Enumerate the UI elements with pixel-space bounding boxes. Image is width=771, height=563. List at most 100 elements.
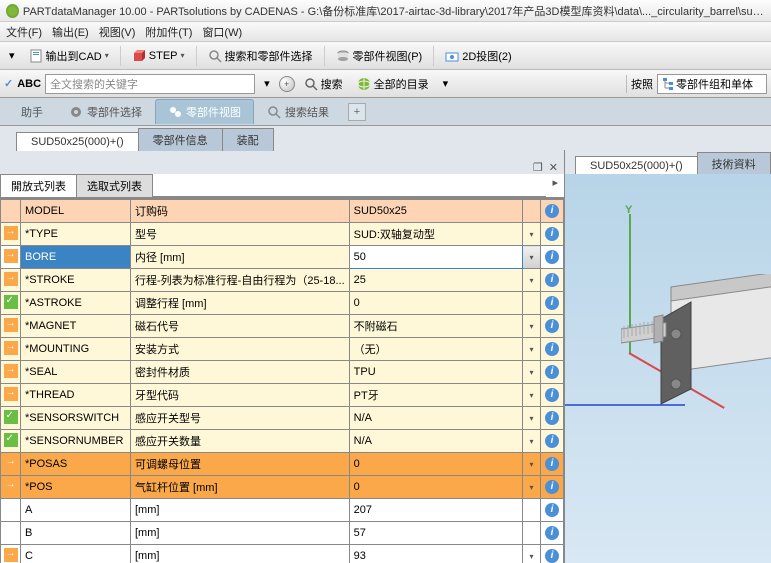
dropdown-icon[interactable]: ▾ (529, 437, 533, 446)
info-icon[interactable]: i (545, 319, 559, 333)
info-icon[interactable]: i (545, 480, 559, 494)
table-row[interactable]: *THREAD牙型代码PT牙▾i (1, 384, 564, 407)
info-icon[interactable]: i (545, 411, 559, 425)
close-icon[interactable]: ✕ (549, 161, 558, 174)
dropdown-icon[interactable]: ▾ (529, 552, 533, 561)
chevron-left-button[interactable]: ▾ (4, 46, 20, 65)
viewer-tab-tech[interactable]: 技術資料 (697, 152, 771, 175)
search-parts-button[interactable]: 搜索和零部件选择 (203, 45, 318, 67)
subtab-part-info[interactable]: 零部件信息 (138, 128, 223, 151)
menu-export[interactable]: 输出(E) (52, 24, 89, 40)
catalog-chevron[interactable]: ▾ (438, 74, 454, 93)
info-icon[interactable]: i (545, 273, 559, 287)
param-value[interactable]: 50 (349, 246, 522, 269)
add-tab-button[interactable]: + (348, 103, 366, 121)
2d-projection-button[interactable]: 2D投图(2) (440, 45, 517, 67)
param-value[interactable]: PT牙 (349, 384, 522, 407)
param-value[interactable]: 0 (349, 292, 522, 315)
info-icon[interactable]: i (545, 204, 559, 218)
table-row[interactable]: *POSAS可调螺母位置0▾i (1, 453, 564, 476)
tab-parts-view[interactable]: 零部件视图 (155, 99, 254, 124)
menu-file[interactable]: 文件(F) (6, 24, 42, 40)
filter-dropdown[interactable]: 零部件组和单体 (657, 74, 767, 94)
info-icon[interactable]: i (545, 503, 559, 517)
dropdown-icon[interactable]: ▾ (529, 368, 533, 377)
param-value[interactable]: 不附磁石 (349, 315, 522, 338)
info-icon[interactable]: i (545, 296, 559, 310)
info-icon[interactable]: i (545, 250, 559, 264)
add-button[interactable]: + (279, 76, 295, 92)
param-value[interactable]: SUD50x25 (349, 200, 522, 223)
step-format-button[interactable]: STEP ▾ (127, 46, 190, 66)
info-icon[interactable]: i (545, 434, 559, 448)
search-button[interactable]: 搜索 (299, 73, 348, 95)
table-row[interactable]: *MAGNET磁石代号不附磁石▾i (1, 315, 564, 338)
table-row[interactable]: MODEL订购码SUD50x25i (1, 200, 564, 223)
tab-helper[interactable]: 助手 (8, 99, 56, 124)
viewer-pane: SUD50x25(000)+() 技術資料 Y (565, 150, 771, 563)
param-value[interactable]: 25 (349, 269, 522, 292)
menu-view[interactable]: 视图(V) (99, 24, 136, 40)
info-icon[interactable]: i (545, 388, 559, 402)
viewer-tab-document[interactable]: SUD50x25(000)+() (575, 156, 698, 175)
param-value[interactable]: 57 (349, 522, 522, 545)
table-row[interactable]: *MOUNTING安装方式（无）▾i (1, 338, 564, 361)
part-view-button[interactable]: 零部件视图(P) (331, 45, 428, 67)
table-row[interactable]: A[mm]207i (1, 499, 564, 522)
export-cad-button[interactable]: 输出到CAD ▾ (24, 45, 114, 67)
dropdown-icon[interactable]: ▾ (529, 253, 533, 262)
list-tabs: 開放式列表 选取式列表 ▸ (0, 174, 564, 198)
3d-viewer[interactable]: Y (565, 174, 771, 563)
dropdown-icon[interactable]: ▾ (529, 460, 533, 469)
table-row[interactable]: B[mm]57i (1, 522, 564, 545)
info-icon[interactable]: i (545, 549, 559, 563)
table-row[interactable]: *ASTROKE调整行程 [mm]0i (1, 292, 564, 315)
param-value[interactable]: （无） (349, 338, 522, 361)
table-row[interactable]: BORE内径 [mm]50▾i (1, 246, 564, 269)
menu-addon[interactable]: 附加件(T) (145, 24, 192, 40)
table-row[interactable]: *POS气缸杆位置 [mm]0▾i (1, 476, 564, 499)
dropdown-icon[interactable]: ▾ (529, 322, 533, 331)
restore-icon[interactable]: ❐ (533, 161, 543, 174)
subtab-assembly[interactable]: 装配 (222, 128, 274, 151)
info-icon[interactable]: i (545, 342, 559, 356)
param-value[interactable]: 0 (349, 476, 522, 499)
dropdown-icon[interactable]: ▾ (529, 276, 533, 285)
table-row[interactable]: *SEAL密封件材质TPU▾i (1, 361, 564, 384)
chevron-right-icon[interactable]: ▸ (546, 174, 564, 197)
tab-search-result[interactable]: 搜索结果 (254, 99, 342, 124)
subtab-document[interactable]: SUD50x25(000)+() (16, 132, 139, 151)
app-icon (6, 4, 19, 18)
param-name: *SEAL (21, 361, 131, 384)
table-row[interactable]: C[mm]93▾i (1, 545, 564, 563)
param-value[interactable]: N/A (349, 430, 522, 453)
param-desc: 内径 [mm] (131, 246, 350, 269)
param-value[interactable]: 207 (349, 499, 522, 522)
check-icon[interactable]: ✓ (4, 77, 13, 90)
param-value[interactable]: 93 (349, 545, 522, 563)
search-dropdown[interactable]: ▾ (259, 74, 275, 93)
table-row[interactable]: *SENSORSWITCH感应开关型号N/A▾i (1, 407, 564, 430)
dropdown-icon[interactable]: ▾ (529, 345, 533, 354)
fulltext-search-input[interactable]: 全文搜索的关键字 (45, 74, 255, 94)
dropdown-icon[interactable]: ▾ (529, 230, 533, 239)
list-tab-select[interactable]: 选取式列表 (76, 174, 153, 197)
info-icon[interactable]: i (545, 227, 559, 241)
list-tab-open[interactable]: 開放式列表 (0, 174, 77, 197)
param-value[interactable]: 0 (349, 453, 522, 476)
table-row[interactable]: *TYPE型号SUD:双轴复动型▾i (1, 223, 564, 246)
table-row[interactable]: *SENSORNUMBER感应开关数量N/A▾i (1, 430, 564, 453)
info-icon[interactable]: i (545, 365, 559, 379)
dropdown-icon[interactable]: ▾ (529, 391, 533, 400)
table-row[interactable]: *STROKE行程-列表为标准行程-自由行程为（25-18...25▾i (1, 269, 564, 292)
tab-parts-select[interactable]: 零部件选择 (56, 99, 155, 124)
dropdown-icon[interactable]: ▾ (529, 414, 533, 423)
param-value[interactable]: SUD:双轴复动型 (349, 223, 522, 246)
info-icon[interactable]: i (545, 526, 559, 540)
menu-window[interactable]: 窗口(W) (202, 24, 242, 40)
dropdown-icon[interactable]: ▾ (529, 483, 533, 492)
param-value[interactable]: N/A (349, 407, 522, 430)
info-icon[interactable]: i (545, 457, 559, 471)
param-value[interactable]: TPU (349, 361, 522, 384)
catalog-dropdown[interactable]: 全部的目录 (352, 73, 434, 95)
